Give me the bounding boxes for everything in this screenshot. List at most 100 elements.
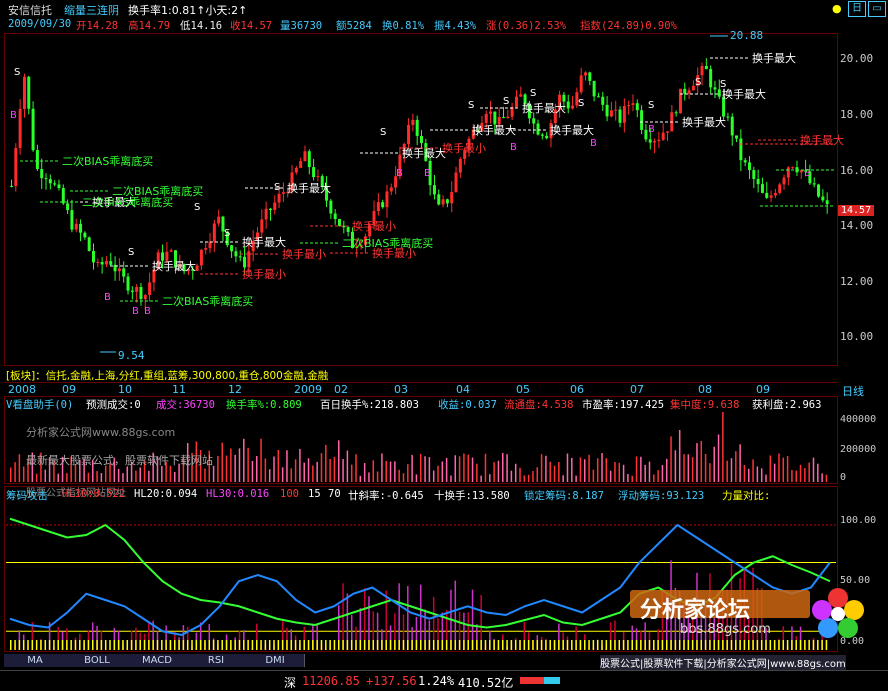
- candle-body: [653, 141, 656, 142]
- candle-body: [537, 124, 540, 135]
- sell-marker: S: [274, 182, 280, 193]
- candle-body: [459, 159, 462, 173]
- chip-header: 筹码攻击 HL10:0.522 HL20:0.094 HL30:0.016 10…: [6, 488, 840, 501]
- candle-body: [273, 203, 276, 211]
- signal-label: 换手最大: [402, 146, 446, 160]
- signal-label: 二次BIAS乖离底买: [62, 154, 153, 168]
- signal-label: 二次BIAS乖离底买: [82, 195, 173, 209]
- candle-body: [748, 162, 751, 170]
- candle-body: [597, 96, 600, 97]
- tab-dmi[interactable]: DMI: [246, 654, 305, 667]
- profit-value: 收益:0.037: [438, 397, 497, 412]
- candle-body: [49, 179, 52, 183]
- slope-value: 廿斜率:-0.645: [348, 488, 424, 503]
- candle-body: [640, 110, 643, 130]
- candle-body: [407, 125, 410, 144]
- hl10-value: HL10:0.522: [62, 488, 125, 500]
- candle-body: [644, 130, 647, 139]
- signal-label: 换手最大: [752, 51, 796, 65]
- candle-body: [420, 136, 423, 143]
- power-value: 力量对比:: [722, 488, 770, 503]
- sell-marker: S: [503, 96, 509, 107]
- candle-body: [135, 287, 138, 292]
- market-index: 11206.85: [302, 674, 360, 688]
- time-tick: 10: [118, 383, 132, 396]
- candle-body: [662, 133, 665, 140]
- candle-body: [53, 183, 56, 184]
- candle-body: [127, 277, 130, 291]
- candle-body: [619, 110, 622, 123]
- candle-body: [489, 111, 492, 113]
- time-tick: 03: [394, 383, 408, 396]
- candle-body: [778, 184, 781, 192]
- sell-marker: S: [468, 100, 474, 111]
- status-bar: 深 11206.85 +137.56 1.24% 410.52亿: [0, 670, 888, 691]
- candle-body: [437, 194, 440, 204]
- candle-body: [541, 135, 544, 136]
- block-info: [板块]：信托,金融,上海,分红,重组,蓝筹,300,800,重仓,800金融,…: [6, 368, 328, 383]
- candle-body: [739, 139, 742, 161]
- candle-body: [213, 223, 216, 241]
- volume-title: V看盘助手(0): [6, 397, 73, 412]
- candle-body: [316, 176, 319, 177]
- candle-body: [303, 151, 306, 161]
- time-tick: 08: [698, 383, 712, 396]
- candle-body: [196, 265, 199, 270]
- candle-body: [278, 194, 281, 203]
- market-pct: 1.24%: [418, 674, 454, 688]
- candle-body: [57, 184, 60, 188]
- time-tick: 05: [516, 383, 530, 396]
- candle-body: [88, 237, 91, 251]
- candle-body: [493, 111, 496, 124]
- time-tick: 09: [756, 383, 770, 396]
- tab-rsi[interactable]: RSI: [186, 654, 247, 667]
- tab-boll[interactable]: BOLL: [66, 654, 129, 667]
- buy-marker: B: [144, 306, 151, 317]
- time-axis: 2008 09 10 11 12 2009 02 03 04 05 06 07 …: [4, 382, 838, 395]
- candle-body: [347, 227, 350, 232]
- candle-body: [735, 135, 738, 138]
- candle-body: [105, 261, 108, 264]
- price-tick: 10.00: [840, 330, 873, 343]
- candle-body: [623, 106, 626, 123]
- candle-body: [601, 97, 604, 105]
- candle-body: [718, 89, 721, 96]
- logo-footer: 股票公式|股票软件下载|分析家公式网|www.88gs.com: [600, 655, 846, 670]
- chip-title: 筹码攻击: [6, 488, 48, 503]
- turnover100-value: 百日换手%:218.803: [320, 397, 419, 412]
- candle-body: [666, 131, 669, 132]
- time-tick: 02: [334, 383, 348, 396]
- candle-body: [312, 167, 315, 177]
- candle-body: [170, 250, 173, 251]
- sell-marker: S: [578, 98, 584, 109]
- candle-body: [757, 179, 760, 184]
- candle-body: [338, 219, 341, 226]
- candle-body: [571, 106, 574, 109]
- chip-15: 15: [308, 488, 321, 500]
- signal-label: 换手最大: [522, 101, 566, 115]
- buy-marker: B: [396, 168, 403, 179]
- period-label[interactable]: 日线: [842, 383, 864, 399]
- pe-value: 市盈率:197.425: [582, 397, 664, 412]
- time-tick: 2009: [294, 383, 322, 396]
- tab-ma[interactable]: MA: [4, 654, 67, 667]
- candle-body: [817, 185, 820, 197]
- candle-body: [96, 262, 99, 263]
- market-label: 深: [284, 674, 296, 691]
- candle-body: [62, 188, 65, 203]
- candle-body: [519, 94, 522, 96]
- profit-disk-value: 获利盘:2.963: [752, 397, 821, 412]
- candle-body: [118, 268, 121, 271]
- candle-body: [200, 250, 203, 266]
- candle-body: [204, 248, 207, 250]
- candle-body: [282, 192, 285, 194]
- concentration-value: 集中度:9.638: [670, 397, 739, 412]
- logo-name: 分析家论坛: [640, 592, 750, 624]
- signal-label: 换手最大: [722, 87, 766, 101]
- candle-body: [416, 120, 419, 136]
- signal-label: 换手最大: [550, 123, 594, 137]
- candle-body: [774, 193, 777, 195]
- watermark-site: 分析家公式网www.88gs.com: [26, 424, 175, 440]
- candle-body: [606, 105, 609, 117]
- tab-macd[interactable]: MACD: [128, 654, 187, 667]
